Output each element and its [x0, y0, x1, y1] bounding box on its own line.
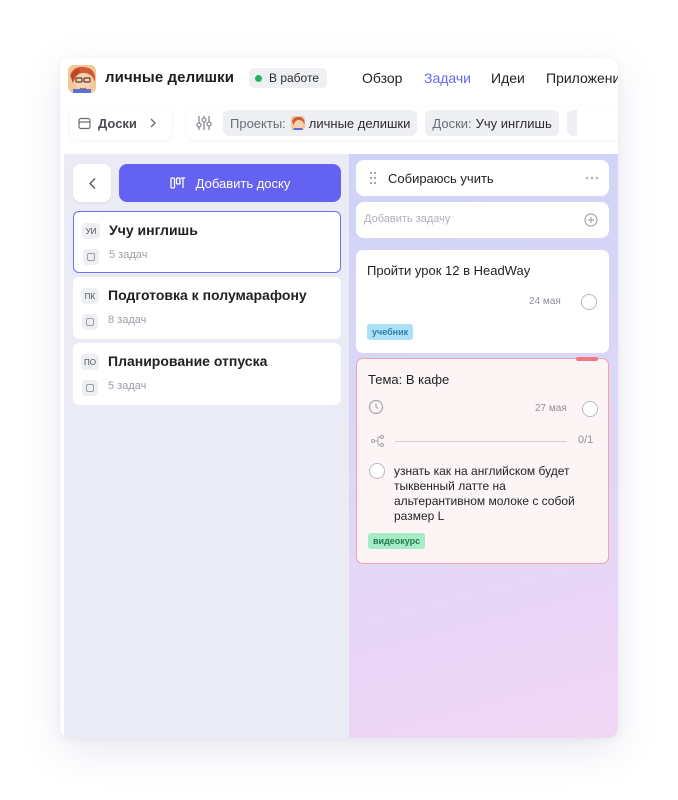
reminder-icon[interactable] [368, 399, 384, 415]
boards-sidebar: Добавить доску УИ Учу инглишь 5 задач ПК… [64, 154, 349, 738]
subtask-checkbox[interactable] [369, 463, 385, 479]
add-task-placeholder: Добавить задачу [364, 213, 451, 225]
status-dot-icon [255, 74, 262, 82]
column-title: Собираюсь учить [388, 171, 494, 186]
projects-filter[interactable]: Проекты: личные делишки [223, 110, 418, 136]
tab-tasks[interactable]: Задачи [424, 70, 471, 86]
task-card-overdue[interactable]: Тема: В кафе 27 мая 0/1 узнать как на ан… [356, 357, 609, 564]
board-icon [78, 117, 91, 130]
filters-bar: Проекты: личные делишки Доски: Учу ингли… [187, 106, 618, 140]
task-due-date: 24 мая [529, 296, 561, 307]
header: личные делишки В работе Обзор Задачи Иде… [60, 58, 618, 100]
tab-apps[interactable]: Приложени [546, 70, 618, 86]
boards-toggle-button[interactable]: Доски [70, 106, 172, 140]
toolbar: Доски Проекты: личные делишки Доски: Учу… [60, 104, 618, 146]
boards-filter-value: Учу инглишь [475, 115, 552, 131]
board-card-vacation[interactable]: ПО Планирование отпуска 5 задач [73, 343, 341, 405]
tab-overview[interactable]: Обзор [362, 70, 402, 86]
status-badge[interactable]: В работе [249, 68, 328, 88]
task-title: Тема: В кафе [368, 372, 450, 387]
task-title: Пройти урок 12 в HeadWay [367, 263, 531, 278]
tasks-count-icon [82, 380, 98, 396]
board-name: Планирование отпуска [108, 353, 268, 369]
add-task-field[interactable]: Добавить задачу [356, 202, 609, 238]
board-task-count: 8 задач [108, 314, 147, 326]
more-options-icon[interactable] [585, 176, 599, 180]
task-complete-checkbox[interactable] [581, 294, 597, 310]
board-card-half-marathon[interactable]: ПК Подготовка к полумарафону 8 задач [73, 277, 341, 339]
filter-sliders-icon[interactable] [195, 114, 213, 132]
project-mini-avatar [290, 116, 305, 130]
project-title[interactable]: личные делишки [105, 69, 234, 86]
board-name: Подготовка к полумарафону [108, 287, 307, 303]
boards-view: Добавить доску УИ Учу инглишь 5 задач ПК… [60, 154, 618, 738]
board-name: Учу инглишь [109, 222, 198, 238]
add-board-icon [169, 176, 196, 190]
projects-filter-value: личные делишки [308, 115, 411, 131]
board-abbr: ПК [81, 288, 99, 304]
add-board-label: Добавить доску [195, 175, 291, 191]
task-complete-checkbox[interactable] [582, 401, 598, 417]
boards-filter[interactable]: Доски: Учу инглишь [425, 110, 559, 136]
projects-filter-label: Проекты: [230, 115, 286, 131]
more-filters-icon[interactable] [566, 110, 577, 136]
priority-flag [576, 357, 598, 361]
subtask-text: узнать как на английском будет тыквенный… [394, 464, 575, 523]
status-label: В работе [269, 71, 320, 85]
task-tag[interactable]: учебник [367, 324, 414, 340]
boards-label: Доски [98, 115, 137, 131]
column-header[interactable]: Собираюсь учить [356, 160, 609, 196]
add-circle-icon[interactable] [584, 213, 598, 227]
tab-ideas[interactable]: Идеи [491, 70, 525, 86]
board-abbr: УИ [82, 223, 100, 239]
subtask-progress: 0/1 [578, 434, 594, 446]
app-window: личные делишки В работе Обзор Задачи Иде… [60, 58, 618, 738]
project-avatar[interactable] [68, 65, 96, 93]
chevron-right-icon [149, 118, 157, 128]
add-board-button[interactable]: Добавить доску [119, 164, 341, 202]
board-card-learning-english[interactable]: УИ Учу инглишь 5 задач [73, 211, 341, 273]
chevron-left-icon [88, 177, 97, 190]
board-abbr: ПО [81, 354, 99, 370]
drag-handle-icon[interactable] [369, 171, 377, 185]
board-task-count: 5 задач [108, 380, 147, 392]
task-column: Собираюсь учить Добавить задачу Пройти у… [349, 154, 618, 738]
task-due-date: 27 мая [535, 403, 567, 414]
subtask-progress-bar [395, 441, 567, 442]
subtasks-icon [371, 435, 385, 447]
board-task-count: 5 задач [109, 249, 148, 261]
tasks-count-icon [83, 249, 99, 265]
collapse-button[interactable] [73, 164, 111, 202]
boards-filter-label: Доски: [432, 115, 472, 131]
task-card[interactable]: Пройти урок 12 в HeadWay 24 мая учебник [356, 250, 609, 353]
tasks-count-icon [82, 314, 98, 330]
task-tag[interactable]: видеокурс [368, 533, 426, 549]
